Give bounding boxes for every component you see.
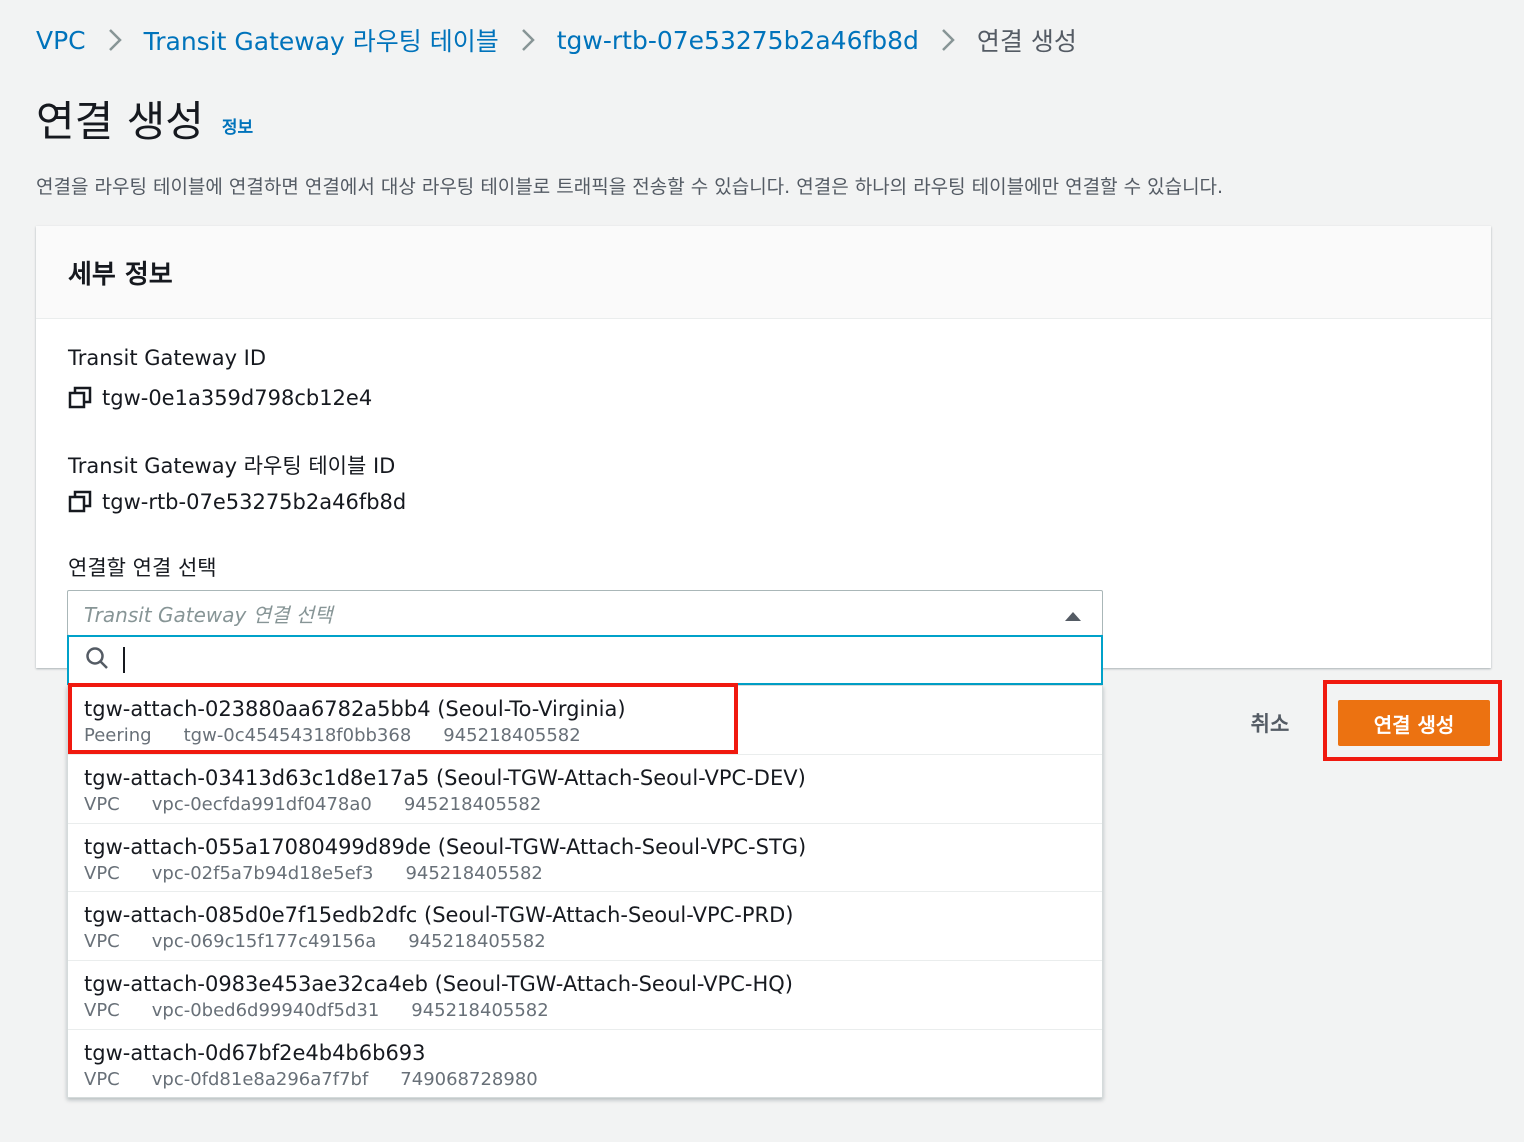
breadcrumb-current: 연결 생성 [976, 27, 1077, 56]
option-resource: vpc-0bed6d99940df5d31 [151, 1000, 380, 1022]
caret-up-icon [1064, 607, 1082, 626]
option-resource: tgw-0c45454318f0bb368 [183, 725, 412, 746]
list-item[interactable]: tgw-attach-0983e453ae32ca4eb (Seoul-TGW-… [68, 961, 1102, 1030]
option-type: Peering [84, 725, 152, 746]
option-resource: vpc-0fd81e8a296a7f7bf [151, 1068, 369, 1090]
list-item[interactable]: tgw-attach-055a17080499d89de (Seoul-TGW-… [68, 824, 1102, 893]
option-resource: vpc-02f5a7b94d18e5ef3 [151, 862, 374, 884]
panel-title: 세부 정보 [68, 259, 173, 290]
tgw-id-label: Transit Gateway ID [68, 346, 267, 370]
info-link[interactable]: 정보 [222, 113, 253, 138]
search-input[interactable] [123, 647, 1023, 673]
option-title: tgw-attach-0983e453ae32ca4eb (Seoul-TGW-… [84, 972, 793, 997]
page-description: 연결을 라우팅 테이블에 연결하면 연결에서 대상 라우팅 테이블로 트래픽을 … [36, 176, 1224, 198]
option-resource: vpc-069c15f177c49156a [151, 931, 377, 953]
option-account: 749068728980 [400, 1068, 538, 1090]
list-item[interactable]: tgw-attach-023880aa6782a5bb4 (Seoul-To-V… [68, 686, 1102, 755]
option-title: tgw-attach-023880aa6782a5bb4 (Seoul-To-V… [84, 697, 626, 721]
option-account: 945218405582 [408, 931, 546, 953]
option-account: 945218405582 [411, 1000, 549, 1022]
option-type: VPC [84, 931, 120, 953]
copy-icon[interactable] [68, 386, 92, 410]
option-type: VPC [84, 1000, 120, 1022]
list-item[interactable]: tgw-attach-0d67bf2e4b4b6b693 VPC vpc-0fd… [68, 1030, 1102, 1099]
option-type: VPC [84, 1068, 120, 1090]
breadcrumb-vpc[interactable]: VPC [36, 26, 86, 55]
option-account: 945218405582 [405, 862, 543, 884]
list-item[interactable]: tgw-attach-03413d63c1d8e17a5 (Seoul-TGW-… [68, 755, 1102, 824]
chevron-right-icon [933, 28, 963, 52]
option-account: 945218405582 [443, 725, 581, 746]
select-label: 연결할 연결 선택 [68, 556, 217, 580]
option-account: 945218405582 [403, 793, 542, 815]
option-title: tgw-attach-03413d63c1d8e17a5 (Seoul-TGW-… [84, 765, 806, 790]
rtb-id-label: Transit Gateway 라우팅 테이블 ID [68, 454, 396, 478]
search-field[interactable] [67, 635, 1103, 685]
rtb-id-value-row: tgw-rtb-07e53275b2a46fb8d [68, 490, 406, 514]
option-resource: vpc-0ecfda991df0478a0 [151, 793, 372, 815]
attachment-options-list: tgw-attach-023880aa6782a5bb4 (Seoul-To-V… [67, 685, 1103, 1098]
page-title: 연결 생성 [36, 97, 204, 146]
list-item[interactable]: tgw-attach-085d0e7f15edb2dfc (Seoul-TGW-… [68, 892, 1102, 962]
tgw-id-value-row: tgw-0e1a359d798cb12e4 [68, 386, 372, 410]
cancel-button[interactable]: 취소 [1234, 700, 1306, 746]
option-type: VPC [84, 793, 120, 815]
copy-icon[interactable] [68, 490, 92, 514]
chevron-right-icon [100, 28, 130, 52]
create-association-button[interactable]: 연결 생성 [1338, 700, 1490, 746]
option-title: tgw-attach-0d67bf2e4b4b6b693 [84, 1040, 426, 1065]
tgw-id-value: tgw-0e1a359d798cb12e4 [102, 386, 373, 410]
panel-header: 세부 정보 [36, 226, 1491, 319]
rtb-id-value: tgw-rtb-07e53275b2a46fb8d [102, 490, 407, 514]
option-title: tgw-attach-055a17080499d89de (Seoul-TGW-… [84, 834, 807, 859]
chevron-right-icon [513, 28, 543, 52]
search-icon [85, 646, 109, 674]
breadcrumb-route-tables[interactable]: Transit Gateway 라우팅 테이블 [144, 22, 499, 58]
option-type: VPC [84, 862, 120, 884]
breadcrumb-route-table-id[interactable]: tgw-rtb-07e53275b2a46fb8d [557, 26, 919, 55]
select-placeholder: Transit Gateway 연결 선택 [84, 602, 333, 627]
option-title: tgw-attach-085d0e7f15edb2dfc (Seoul-TGW-… [84, 903, 794, 928]
attachment-select[interactable]: Transit Gateway 연결 선택 [67, 590, 1103, 636]
breadcrumb: VPC Transit Gateway 라우팅 테이블 tgw-rtb-07e5… [36, 22, 1077, 58]
page-header: 연결 생성 정보 [36, 94, 253, 150]
